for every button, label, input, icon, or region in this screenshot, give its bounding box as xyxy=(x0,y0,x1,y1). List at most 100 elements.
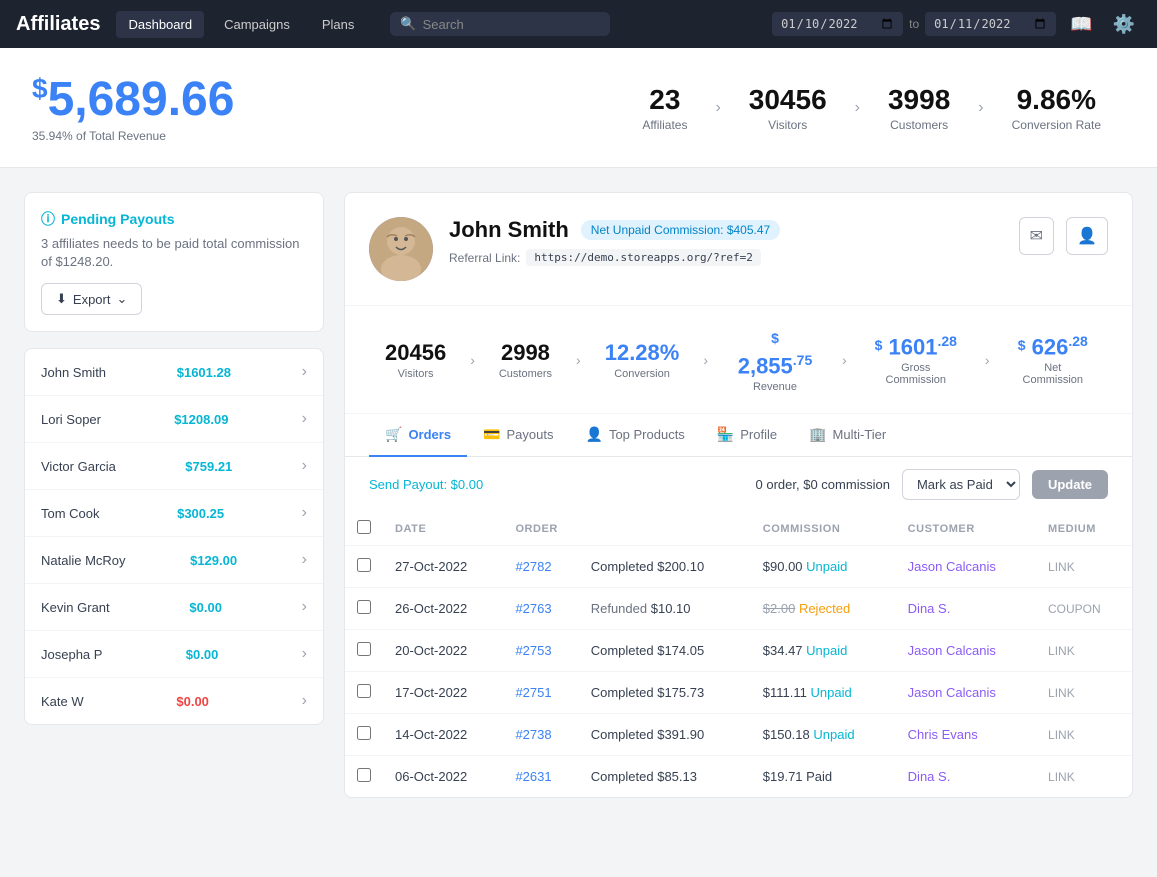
metric-arrow-4: › xyxy=(834,352,855,368)
affiliate-amount: $0.00 xyxy=(186,647,219,662)
order-link[interactable]: #2738 xyxy=(515,727,551,742)
row-medium: LINK xyxy=(1036,546,1132,588)
list-item[interactable]: Victor Garcia $759.21 › xyxy=(25,443,323,490)
profile-info: John Smith Net Unpaid Commission: $405.4… xyxy=(449,217,1019,266)
chevron-right-icon: › xyxy=(302,645,307,663)
stat-customers: 3998 Customers xyxy=(864,84,974,132)
row-status: Completed $175.73 xyxy=(579,672,751,714)
row-commission: $34.47 Unpaid xyxy=(751,630,896,672)
row-order-num: #2763 xyxy=(503,588,578,630)
nav-campaigns[interactable]: Campaigns xyxy=(212,11,302,38)
commission-status: Unpaid xyxy=(806,643,847,658)
order-amount: $85.13 xyxy=(657,769,697,784)
list-item[interactable]: Lori Soper $1208.09 › xyxy=(25,396,323,443)
avatar xyxy=(369,217,433,281)
email-icon-btn[interactable]: ✉ xyxy=(1019,217,1054,255)
affiliate-name: John Smith xyxy=(41,365,106,380)
list-item[interactable]: John Smith $1601.28 › xyxy=(25,349,323,396)
order-link[interactable]: #2782 xyxy=(515,559,551,574)
metric-customers-label: Customers xyxy=(499,368,552,380)
list-item[interactable]: Tom Cook $300.25 › xyxy=(25,490,323,537)
tab-orders[interactable]: 🛒 Orders xyxy=(369,414,467,457)
order-link[interactable]: #2751 xyxy=(515,685,551,700)
stat-conversion-num: 9.86% xyxy=(1012,84,1101,116)
customer-link[interactable]: Jason Calcanis xyxy=(908,643,996,658)
order-link[interactable]: #2753 xyxy=(515,643,551,658)
row-checkbox[interactable] xyxy=(357,768,371,782)
date-range: to xyxy=(772,12,1056,36)
affiliate-amount: $0.00 xyxy=(176,694,209,709)
list-item[interactable]: Natalie McRoy $129.00 › xyxy=(25,537,323,584)
nav-dashboard[interactable]: Dashboard xyxy=(116,11,204,38)
tab-top-products[interactable]: 👤 Top Products xyxy=(570,414,701,457)
customer-link[interactable]: Jason Calcanis xyxy=(908,559,996,574)
mark-paid-select[interactable]: Mark as Paid xyxy=(902,469,1020,500)
row-checkbox[interactable] xyxy=(357,684,371,698)
stat-visitors-label: Visitors xyxy=(749,118,827,132)
row-date: 17-Oct-2022 xyxy=(383,672,503,714)
order-link[interactable]: #2763 xyxy=(515,601,551,616)
book-icon-btn[interactable]: 📖 xyxy=(1064,8,1098,41)
pending-title: ⓘ Pending Payouts xyxy=(41,209,307,229)
order-status: Completed xyxy=(591,643,654,658)
affiliate-name: Kevin Grant xyxy=(41,600,110,615)
avatar-image xyxy=(369,217,433,281)
tab-multi-tier[interactable]: 🏢 Multi-Tier xyxy=(793,414,902,457)
date-from[interactable] xyxy=(772,12,903,36)
tab-profile[interactable]: 🏪 Profile xyxy=(701,414,793,457)
table-row: 26-Oct-2022 #2763 Refunded $10.10 $2.00 … xyxy=(345,588,1132,630)
order-amount: $174.05 xyxy=(657,643,704,658)
row-checkbox[interactable] xyxy=(357,642,371,656)
metric-conversion: 12.28% Conversion xyxy=(589,340,696,380)
metric-arrow-5: › xyxy=(977,352,998,368)
send-payout-link[interactable]: Send Payout: $0.00 xyxy=(369,477,483,492)
row-status: Completed $85.13 xyxy=(579,756,751,798)
date-to[interactable] xyxy=(925,12,1056,36)
stat-affiliates: 23 Affiliates xyxy=(618,84,711,132)
customer-link[interactable]: Chris Evans xyxy=(908,727,978,742)
search-input[interactable] xyxy=(423,17,601,32)
affiliate-list: John Smith $1601.28 › Lori Soper $1208.0… xyxy=(24,348,324,725)
select-all-checkbox[interactable] xyxy=(357,520,371,534)
referral-url: https://demo.storeapps.org/?ref=2 xyxy=(526,249,761,266)
user-icon-btn[interactable]: 👤 xyxy=(1066,217,1108,255)
profile-header: John Smith Net Unpaid Commission: $405.4… xyxy=(345,193,1132,306)
update-button[interactable]: Update xyxy=(1032,470,1108,499)
customer-link[interactable]: Jason Calcanis xyxy=(908,685,996,700)
row-checkbox[interactable] xyxy=(357,726,371,740)
search-box[interactable]: 🔍 xyxy=(390,12,610,36)
list-item[interactable]: Kevin Grant $0.00 › xyxy=(25,584,323,631)
row-date: 06-Oct-2022 xyxy=(383,756,503,798)
chevron-right-icon: › xyxy=(302,598,307,616)
nav-plans[interactable]: Plans xyxy=(310,11,367,38)
tabs: 🛒 Orders 💳 Payouts 👤 Top Products 🏪 Prof… xyxy=(345,414,1132,457)
customer-link[interactable]: Dina S. xyxy=(908,601,951,616)
affiliate-name: Victor Garcia xyxy=(41,459,116,474)
metric-arrow-3: › xyxy=(695,352,716,368)
medium-badge: COUPON xyxy=(1048,602,1101,616)
row-medium: LINK xyxy=(1036,630,1132,672)
list-item[interactable]: Kate W $0.00 › xyxy=(25,678,323,724)
list-item[interactable]: Josepha P $0.00 › xyxy=(25,631,323,678)
settings-icon-btn[interactable]: ⚙️ xyxy=(1107,8,1141,41)
order-status: Completed xyxy=(591,769,654,784)
table-row: 17-Oct-2022 #2751 Completed $175.73 $111… xyxy=(345,672,1132,714)
export-button[interactable]: ⬇ Export ⌄ xyxy=(41,283,142,315)
affiliate-amount: $300.25 xyxy=(177,506,224,521)
row-status: Completed $174.05 xyxy=(579,630,751,672)
customer-link[interactable]: Dina S. xyxy=(908,769,951,784)
metric-customers-num: 2998 xyxy=(499,340,552,366)
tab-payouts[interactable]: 💳 Payouts xyxy=(467,414,569,457)
row-checkbox[interactable] xyxy=(357,600,371,614)
row-order-num: #2753 xyxy=(503,630,578,672)
row-date: 14-Oct-2022 xyxy=(383,714,503,756)
th-commission: COMMISSION xyxy=(751,512,896,546)
medium-badge: LINK xyxy=(1048,644,1075,658)
metric-net-num: $ 626.28 xyxy=(1014,333,1092,360)
commission-status: Rejected xyxy=(799,601,850,616)
profile-icon: 🏪 xyxy=(717,426,734,443)
order-link[interactable]: #2631 xyxy=(515,769,551,784)
stat-conversion-label: Conversion Rate xyxy=(1012,118,1101,132)
row-checkbox[interactable] xyxy=(357,558,371,572)
row-order-num: #2738 xyxy=(503,714,578,756)
